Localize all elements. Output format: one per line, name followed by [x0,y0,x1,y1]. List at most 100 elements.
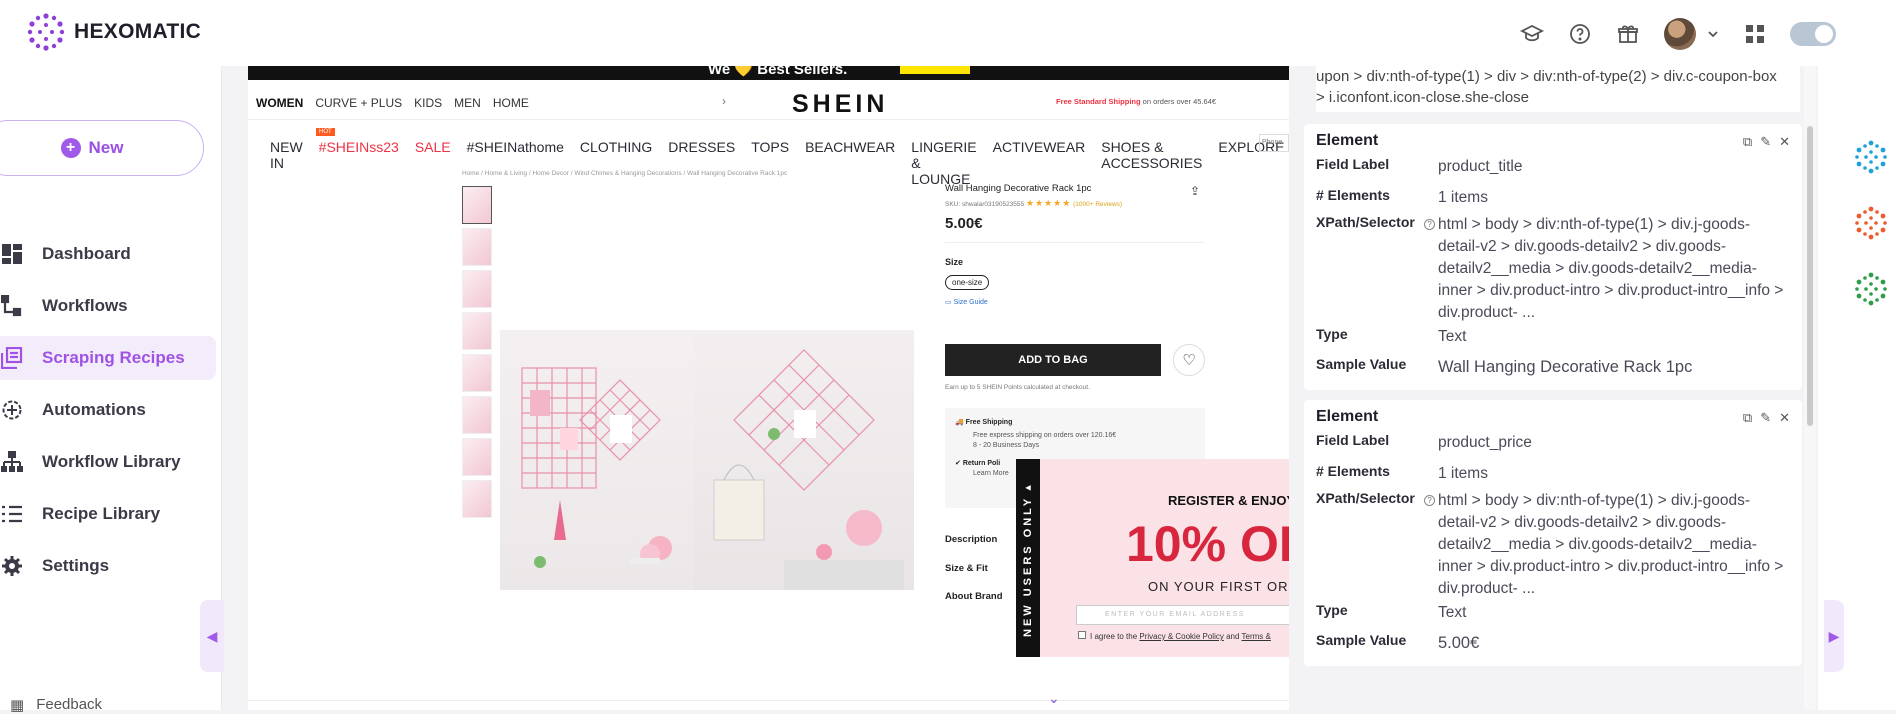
sidebar-collapse-button[interactable]: ◀ [200,600,224,672]
page-preview: We 💛 Best Sellers. WOMEN CURVE + PLUS KI… [248,66,1289,710]
hexomatic-blue-icon[interactable] [1854,140,1888,174]
thumbnail[interactable] [462,270,492,308]
cat-dresses[interactable]: DRESSES [668,139,735,187]
copy-icon[interactable]: ⧉ [1743,134,1752,150]
free-shipping-rest: on orders over 45.64€ [1140,97,1217,106]
nav-kids[interactable]: KIDS [414,96,442,110]
nav-home[interactable]: HOME [493,96,529,110]
product-image-1[interactable] [500,330,694,590]
promo-text: We 💛 Best Sellers. [708,66,848,78]
chevron-right-icon[interactable]: › [722,94,726,108]
hexomatic-orange-icon[interactable] [1854,206,1888,240]
cat-sheinathome[interactable]: #SHEINathome [467,139,564,187]
return-policy-title: Return Poli [962,460,1001,467]
size-guide-link[interactable]: ▭ Size Guide [945,298,1205,306]
cat-sale[interactable]: SALE [415,139,451,187]
thumbnail[interactable] [462,312,492,350]
new-button[interactable]: + New [0,120,204,176]
share-icon[interactable]: ⇪ [1190,184,1200,198]
sidebar-item-workflows[interactable]: Workflows [0,284,216,328]
academy-icon[interactable] [1520,22,1544,46]
user-avatar[interactable] [1664,18,1696,50]
theme-toggle[interactable] [1790,22,1836,46]
help-icon[interactable] [1568,22,1592,46]
cat-new-in[interactable]: NEW IN [270,139,303,187]
sidebar-item-settings[interactable]: Settings [0,544,216,588]
cat-sheinss23[interactable]: #SHEINss23 [319,139,399,187]
hot-badge: HOT [316,128,335,136]
panel-scrollbar[interactable] [1804,66,1816,710]
breadcrumb[interactable]: Home / Home & Living / Home Decor / Wind… [462,170,787,177]
help-icon[interactable]: ? [1424,219,1435,230]
feedback-label: Feedback [36,696,103,713]
privacy-link[interactable]: Privacy & Cookie Policy [1139,632,1223,641]
cat-tops[interactable]: TOPS [751,139,789,187]
accordion-about-brand[interactable]: About Brand [945,591,1003,602]
thumbnail[interactable] [462,480,492,518]
hexomatic-logo-icon [27,13,65,51]
size-option[interactable]: one-size [945,275,990,290]
thumbnail[interactable] [462,354,492,392]
phone-input[interactable]: Phone [1259,134,1289,152]
thumbnail[interactable] [462,186,492,224]
cat-lingerie[interactable]: LINGERIE & LOUNGE [911,139,976,187]
chevron-down-icon[interactable] [1706,27,1720,41]
thumbnail[interactable] [462,396,492,434]
accordion-description[interactable]: Description [945,534,997,545]
free-shipping-notice: Free Standard Shipping on orders over 45… [1056,97,1216,106]
card-heading: Element [1316,132,1379,149]
edit-icon[interactable]: ✎ [1760,410,1771,426]
popup-subtitle: ON YOUR FIRST OR [1148,579,1289,594]
right-rail-expand-button[interactable]: ▶ [1824,600,1844,672]
scroll-down-chevron-icon[interactable]: ⌄ [1048,690,1060,707]
sidebar-item-dashboard[interactable]: Dashboard [0,232,216,276]
new-button-label: New [88,138,124,157]
sidebar-item-workflow-library[interactable]: Workflow Library [0,440,216,484]
sidebar-item-scraping-recipes[interactable]: Scraping Recipes [0,336,216,380]
scraping-recipes-icon [0,346,24,370]
scrollbar-thumb[interactable] [1807,126,1813,426]
terms-link[interactable]: Terms & [1242,632,1271,641]
cat-shoes[interactable]: SHOES & ACCESSORIES [1101,139,1202,187]
nav-women[interactable]: WOMEN [256,96,303,110]
reviews-link[interactable]: (1000+ Reviews) [1073,201,1122,208]
gift-icon[interactable] [1616,22,1640,46]
type-value: Text [1438,604,1467,621]
sidebar-item-recipe-library[interactable]: Recipe Library [0,492,216,536]
accordion-size-fit[interactable]: Size & Fit [945,563,988,574]
popup-email-input[interactable]: ENTER YOUR EMAIL ADDRESS [1076,605,1289,625]
close-icon[interactable]: ✕ [1779,134,1790,150]
points-note: Earn up to 5 SHEIN Points calculated at … [945,384,1090,391]
cat-beachwear[interactable]: BEACHWEAR [805,139,895,187]
divider [945,242,1205,243]
close-icon[interactable]: ✕ [1779,410,1790,426]
app-logo[interactable]: HEXOMATIC [26,12,201,52]
sample-value: Wall Hanging Decorative Rack 1pc [1438,358,1693,376]
nav-curve-plus[interactable]: CURVE + PLUS [315,96,402,110]
help-icon[interactable]: ? [1424,495,1435,506]
cat-clothing[interactable]: CLOTHING [580,139,652,187]
thumbnail[interactable] [462,228,492,266]
type-key: Type [1316,326,1348,342]
apps-grid-icon[interactable] [1744,23,1766,45]
cat-activewear[interactable]: ACTIVEWEAR [993,139,1086,187]
recipe-library-icon [0,502,24,526]
shein-logo[interactable]: SHEIN [792,90,888,119]
type-value: Text [1438,328,1467,345]
edit-icon[interactable]: ✎ [1760,134,1771,150]
promo-button[interactable] [900,66,970,74]
add-to-bag-button[interactable]: ADD TO BAG [945,344,1161,376]
copy-icon[interactable]: ⧉ [1743,410,1752,426]
feedback-link[interactable]: ▦ Feedback [10,696,102,714]
thumbnail[interactable] [462,438,492,476]
workflow-library-icon [0,450,24,474]
product-image-2[interactable] [694,330,914,590]
shipping-title-text: Free Shipping [965,419,1013,426]
hexomatic-green-icon[interactable] [1854,272,1888,306]
sample-value-key: Sample Value [1316,632,1407,648]
sidebar-item-automations[interactable]: Automations [0,388,216,432]
field-label-key: Field Label [1316,156,1390,172]
nav-men[interactable]: MEN [454,96,481,110]
wishlist-heart-icon[interactable]: ♡ [1173,344,1205,376]
checkbox[interactable] [1078,631,1086,639]
